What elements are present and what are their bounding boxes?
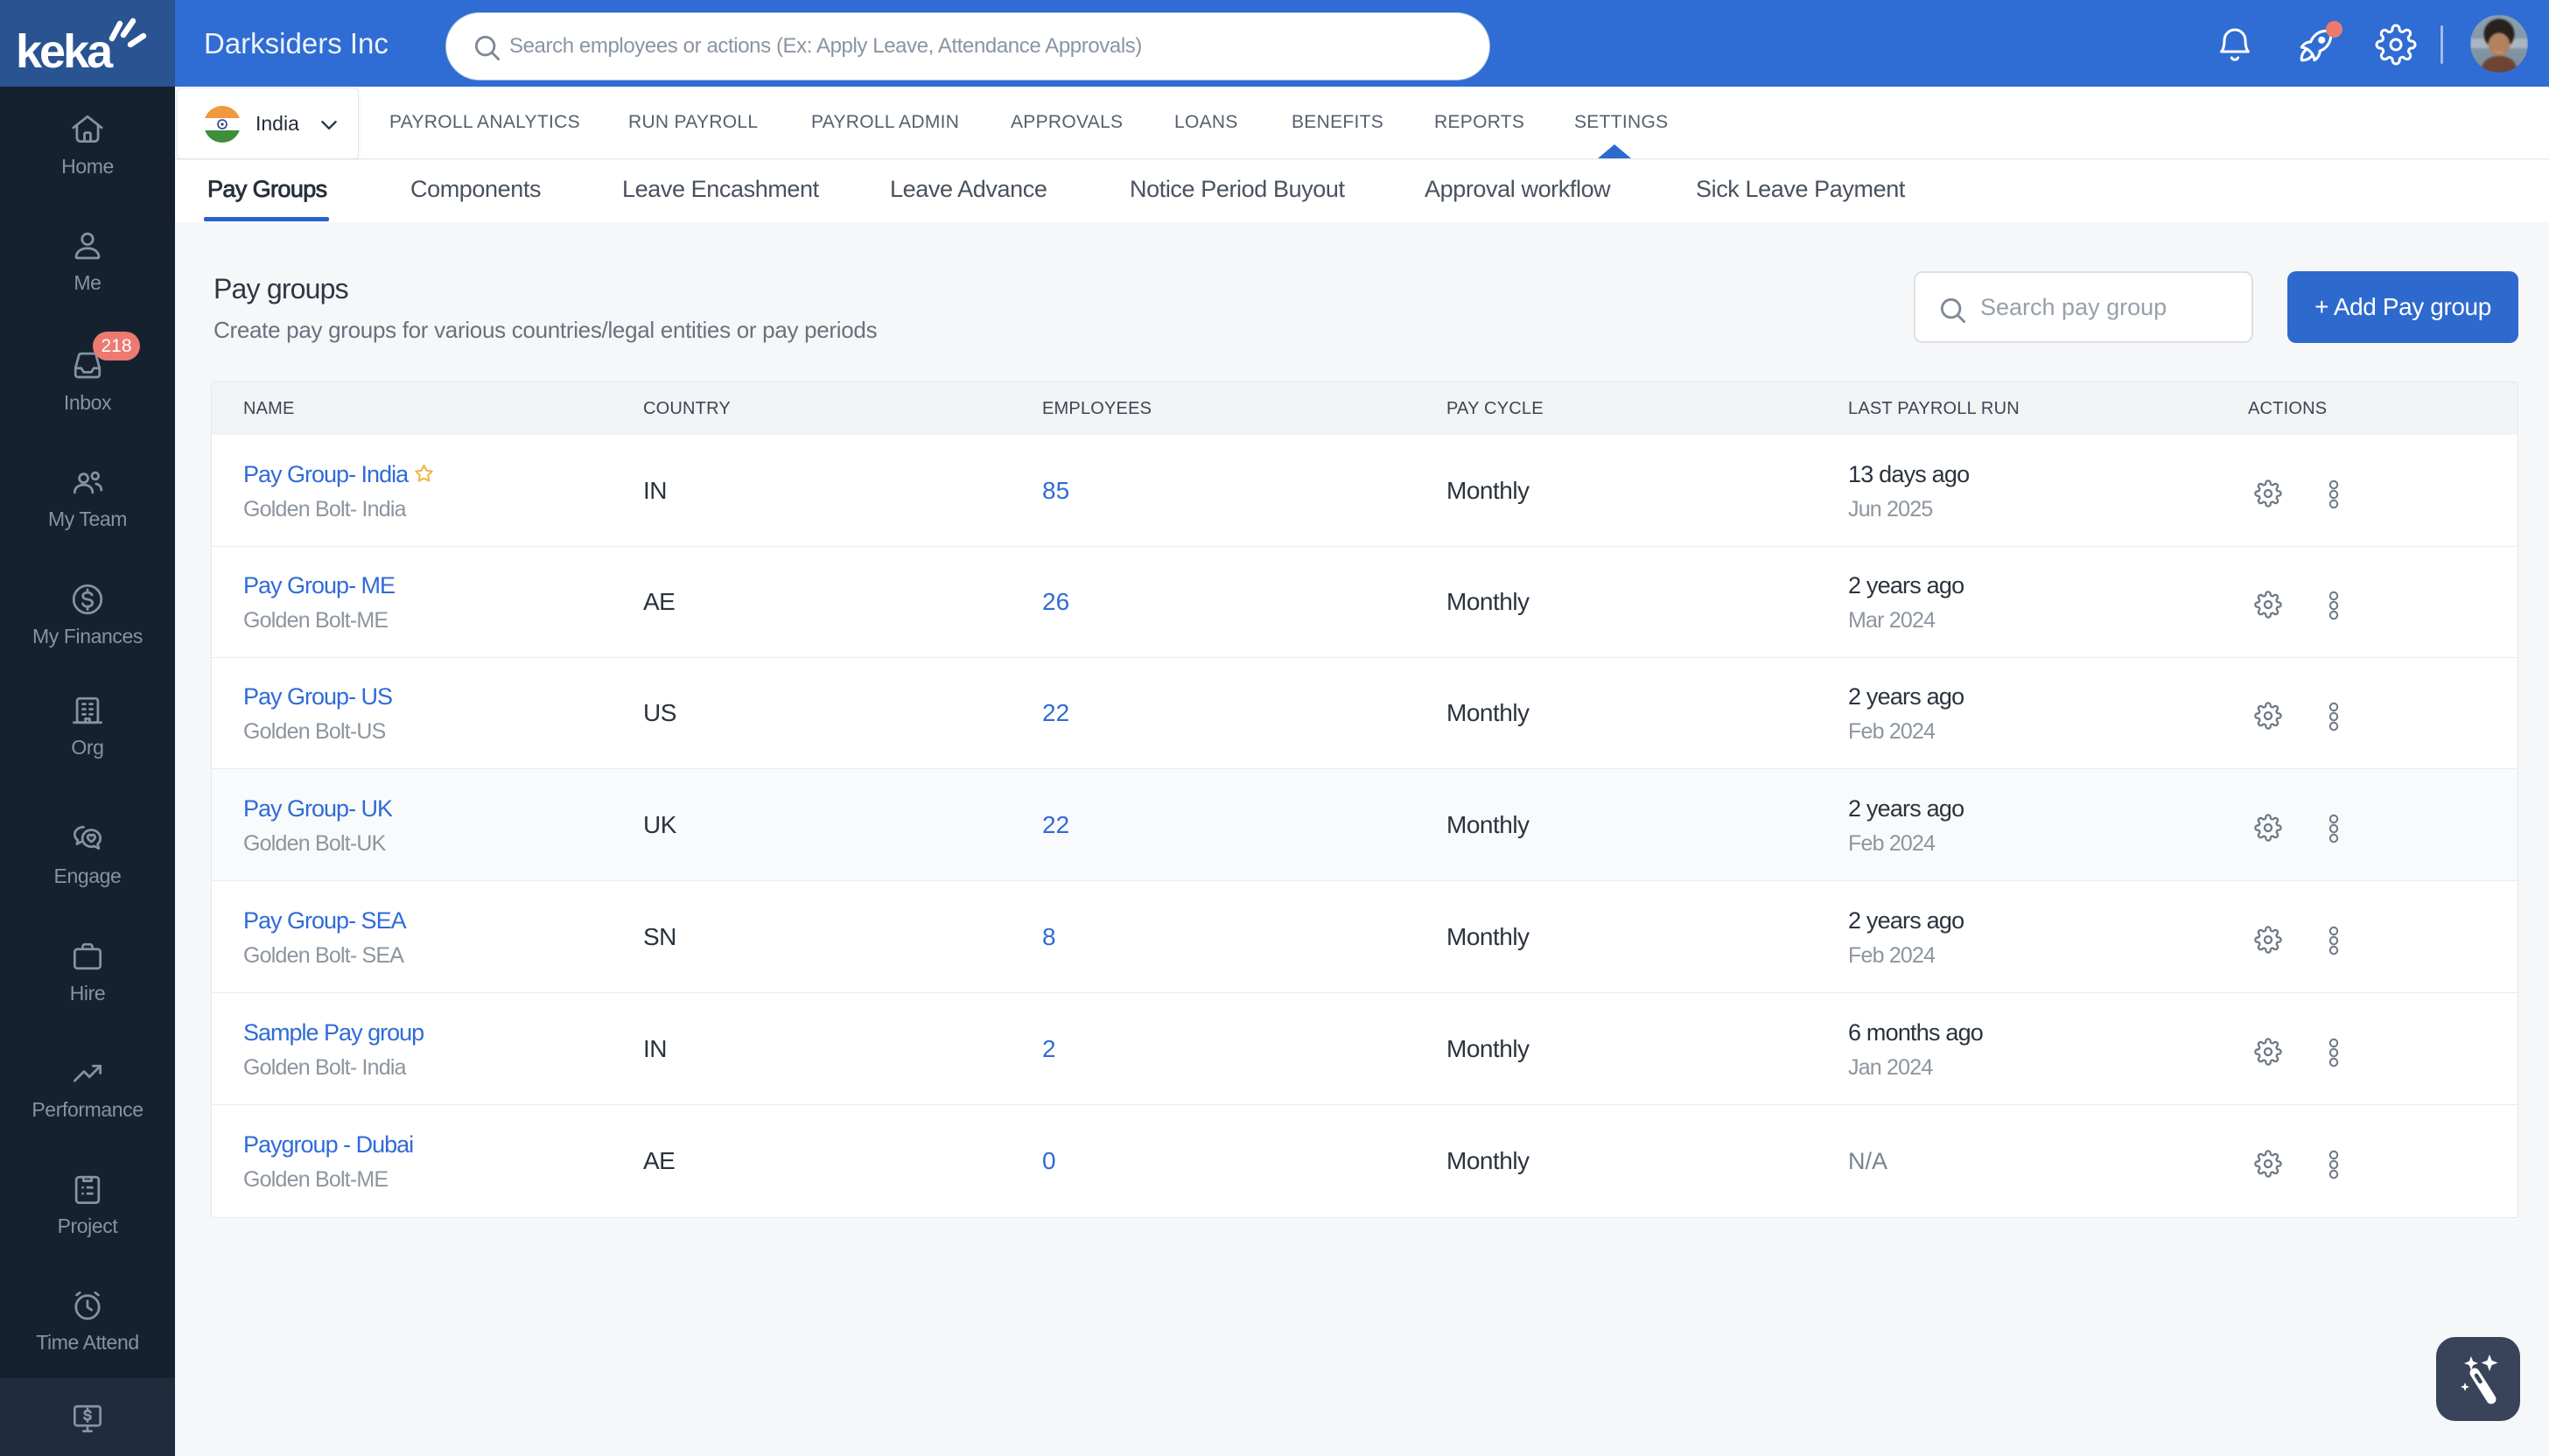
svg-text:keka: keka bbox=[16, 25, 114, 78]
